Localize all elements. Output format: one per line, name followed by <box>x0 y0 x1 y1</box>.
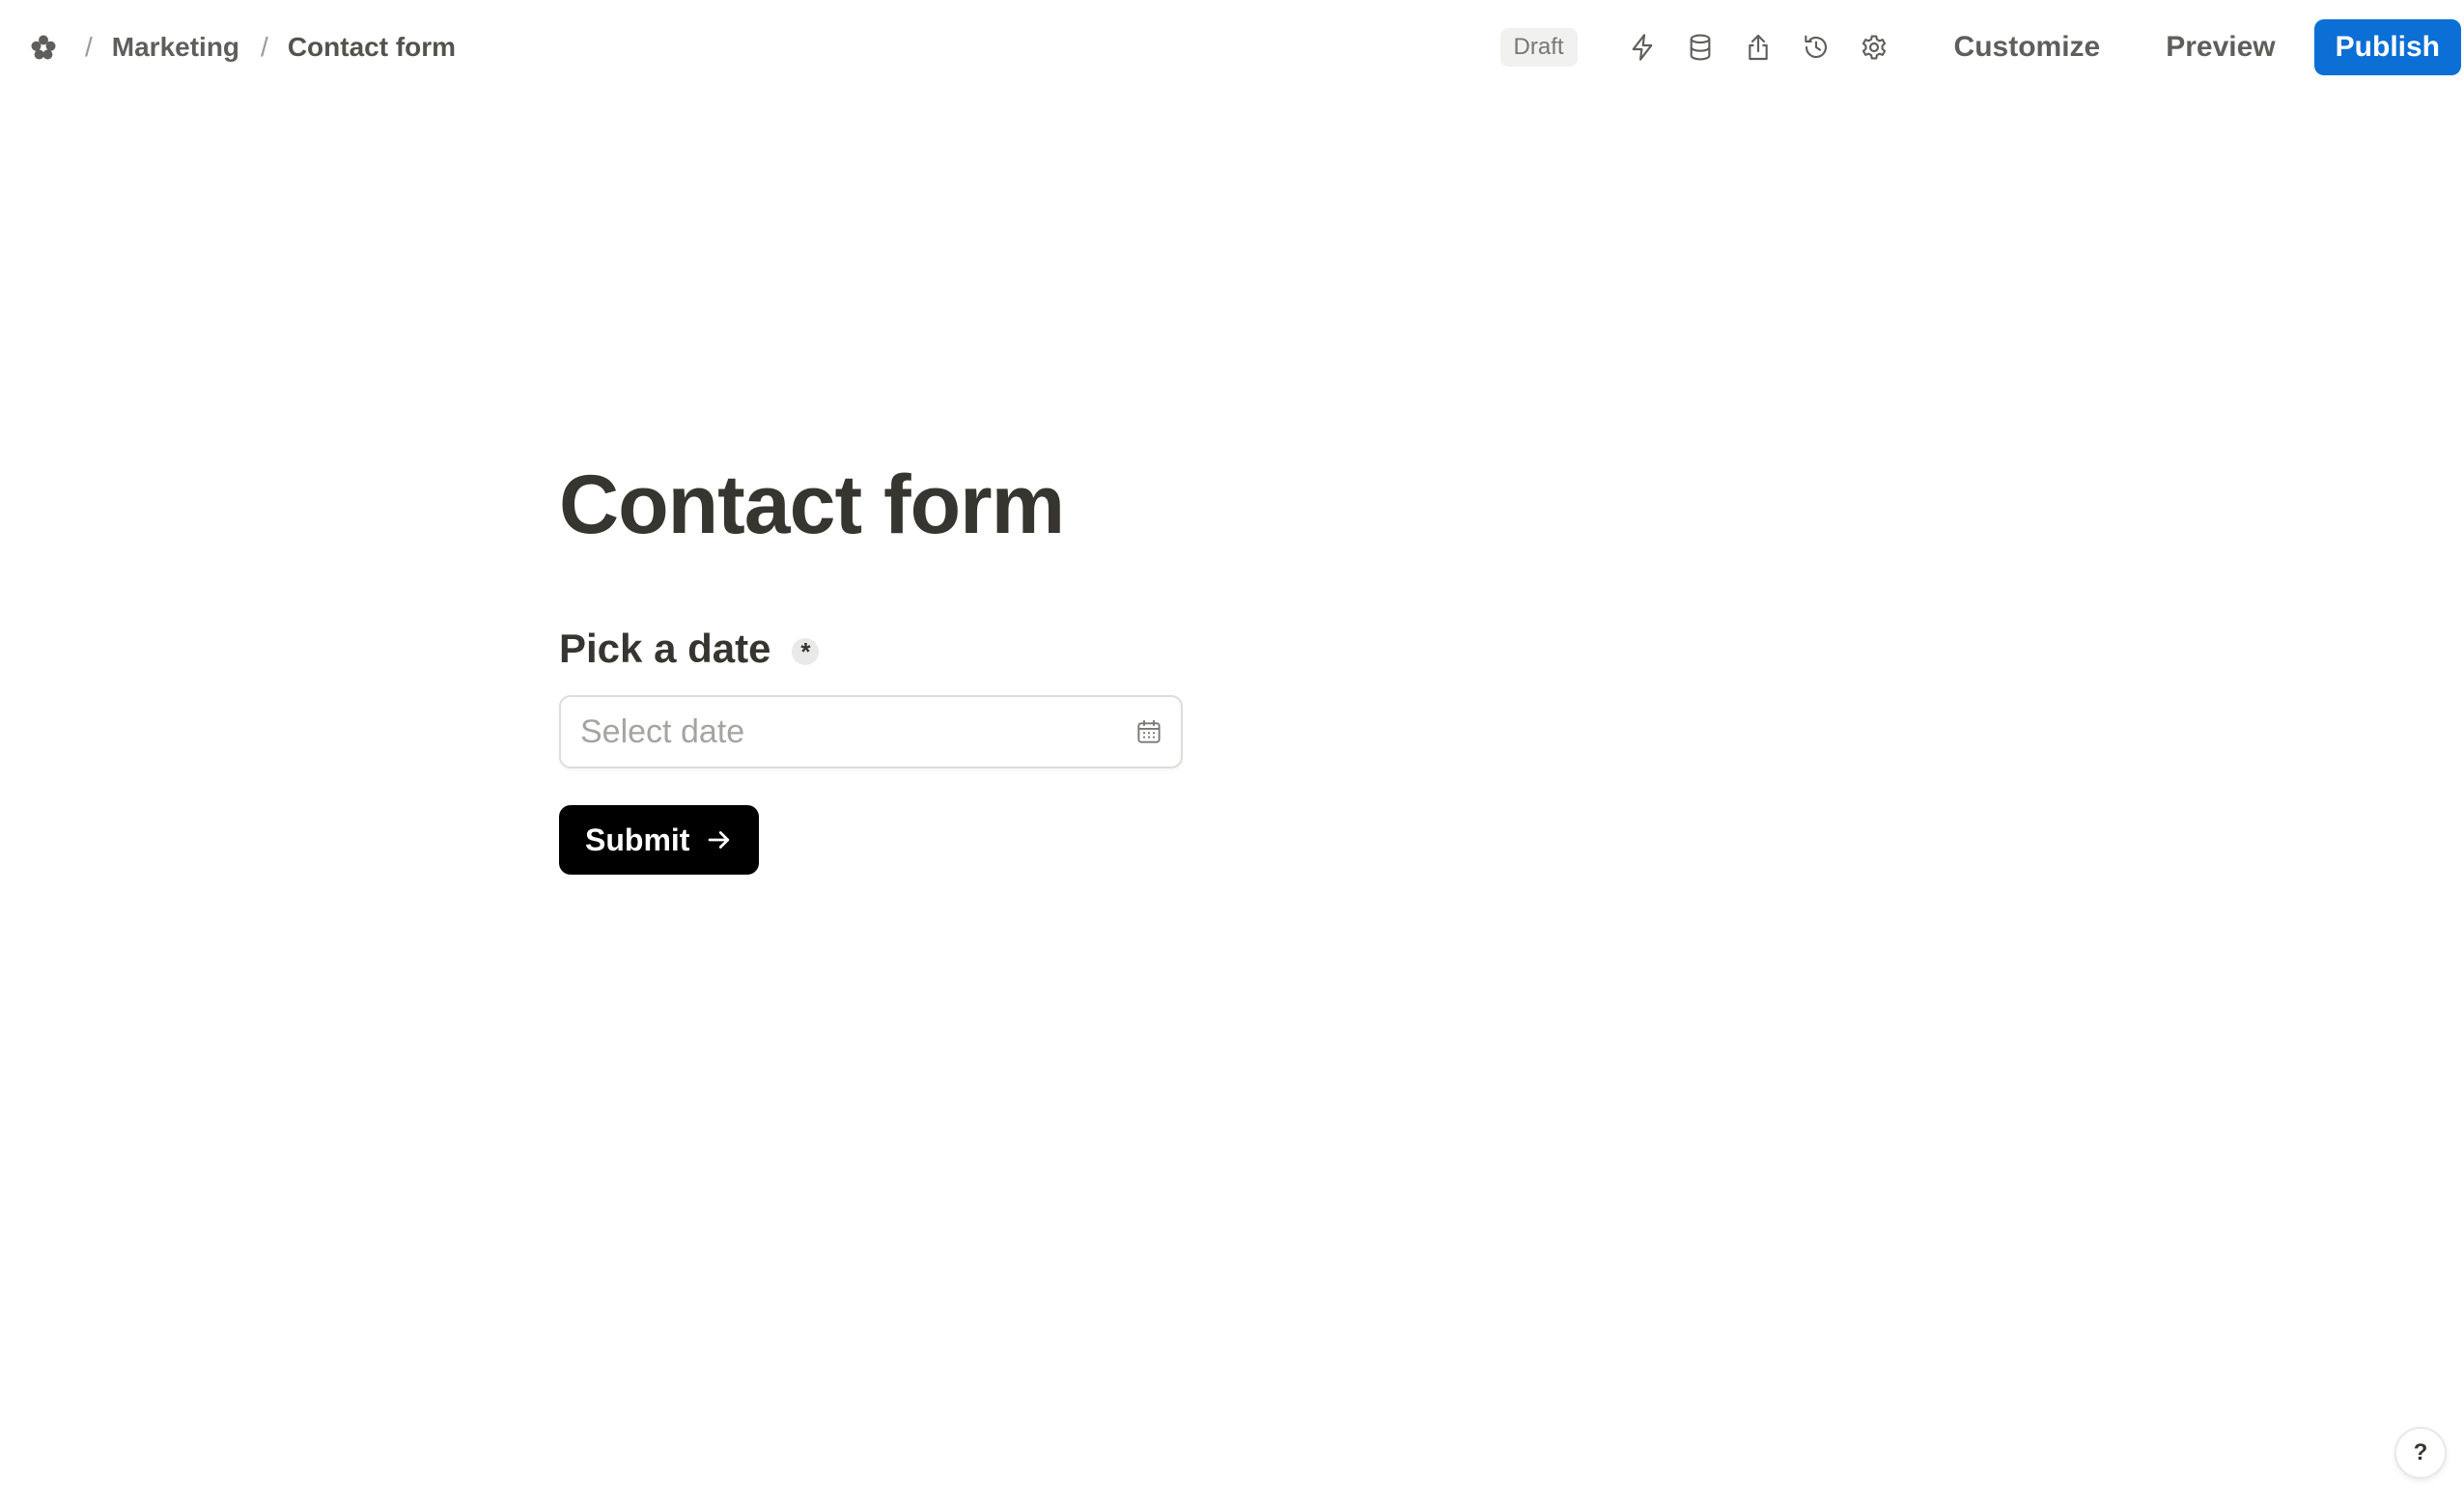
database-icon[interactable] <box>1678 25 1722 70</box>
arrow-right-icon <box>705 825 734 854</box>
preview-button[interactable]: Preview <box>2144 21 2296 73</box>
gear-icon[interactable] <box>1852 25 1896 70</box>
submit-label: Submit <box>585 822 690 857</box>
breadcrumb-separator: / <box>85 32 93 62</box>
history-icon[interactable] <box>1794 25 1838 70</box>
breadcrumb-item-contact-form[interactable]: Contact form <box>288 32 456 63</box>
date-placeholder: Select date <box>580 712 745 750</box>
toolbar: Draft Customize Preview Publish <box>1499 17 2464 77</box>
breadcrumb: / Marketing / Contact form <box>27 25 477 70</box>
date-field-header: Pick a date * <box>559 626 1235 672</box>
form-title[interactable]: Contact form <box>559 463 1235 546</box>
required-marker: * <box>792 638 820 665</box>
date-field-label[interactable]: Pick a date <box>559 626 770 672</box>
date-picker-input[interactable]: Select date <box>559 695 1183 768</box>
breadcrumb-item-marketing[interactable]: Marketing <box>112 32 239 63</box>
customize-button[interactable]: Customize <box>1933 21 2122 73</box>
form-canvas: Contact form Pick a date * Select date S… <box>559 463 1235 875</box>
bolt-icon[interactable] <box>1620 25 1665 70</box>
breadcrumb-separator: / <box>261 32 268 62</box>
help-button[interactable]: ? <box>2394 1427 2447 1479</box>
publish-button[interactable]: Publish <box>2313 19 2461 75</box>
status-badge: Draft <box>1499 28 1578 67</box>
workspace-flower-icon[interactable] <box>27 31 60 64</box>
share-icon[interactable] <box>1736 25 1780 70</box>
submit-button[interactable]: Submit <box>559 805 760 875</box>
calendar-icon[interactable] <box>1134 717 1163 746</box>
top-bar: / Marketing / Contact form Draft Customi… <box>0 0 2464 95</box>
